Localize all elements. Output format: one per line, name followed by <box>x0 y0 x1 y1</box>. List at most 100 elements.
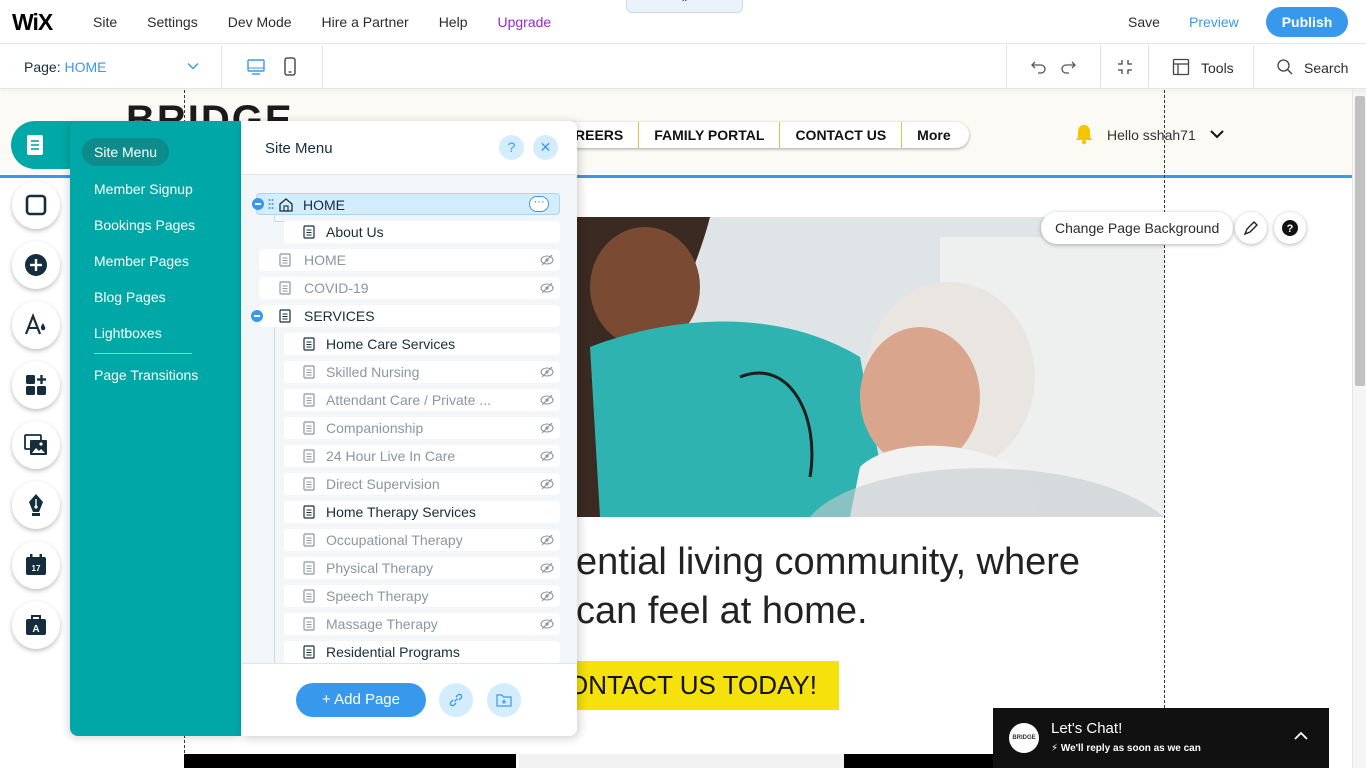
collapse-icon[interactable] <box>251 310 263 322</box>
mobile-view-icon[interactable] <box>283 57 297 77</box>
page-item-residential-programs[interactable]: Residential Programs <box>284 641 560 663</box>
page-item-direct-supervision[interactable]: Direct Supervision <box>284 473 560 495</box>
undo-icon[interactable] <box>1030 58 1048 76</box>
page-tree[interactable]: HOME ⋯ About Us HOME COVID-19 SERVICES H… <box>241 175 577 663</box>
collapse-icon[interactable] <box>252 198 264 210</box>
site-navigation[interactable]: REERS FAMILY PORTAL CONTACT US More <box>560 122 969 148</box>
page-item-24-hour-live-in-care[interactable]: 24 Hour Live In Care <box>284 445 560 467</box>
theme-manager-button[interactable] <box>12 301 60 349</box>
menu-site[interactable]: Site <box>93 14 117 30</box>
search-button[interactable]: Search <box>1304 60 1348 76</box>
home-icon <box>279 198 293 212</box>
page-item-home[interactable]: HOME ⋯ <box>252 193 560 215</box>
background-button[interactable] <box>12 181 60 229</box>
add-folder-button[interactable] <box>487 683 521 717</box>
chat-subtitle-text: We'll reply as soon as we can <box>1060 743 1201 754</box>
page-selector[interactable]: Page: HOME <box>0 45 222 89</box>
page-item-about-us[interactable]: About Us <box>284 221 560 243</box>
hidden-eye-icon <box>540 282 554 294</box>
add-link-button[interactable] <box>439 683 473 717</box>
page-icon <box>303 337 315 351</box>
chat-widget[interactable]: BRIDGE Let's Chat! ⚡ We'll reply as soon… <box>993 708 1329 768</box>
chevron-down-icon[interactable] <box>1209 127 1225 141</box>
publish-button[interactable]: Publish <box>1266 7 1348 37</box>
category-page-transitions[interactable]: Page Transitions <box>94 367 198 383</box>
hero-headline-line-1: ential living community, where <box>576 541 1081 583</box>
category-member-signup[interactable]: Member Signup <box>94 181 193 197</box>
page-icon <box>303 421 315 435</box>
desktop-view-icon[interactable] <box>246 57 266 77</box>
hero-image[interactable] <box>560 217 1164 517</box>
page-icon <box>279 281 291 295</box>
site-nav-family-portal[interactable]: FAMILY PORTAL <box>639 122 781 148</box>
page-item-speech-therapy[interactable]: Speech Therapy <box>284 585 560 607</box>
toolbar-divider <box>322 45 323 89</box>
panel-header: Site Menu ? ✕ <box>241 121 577 175</box>
page-item-home-care-services[interactable]: Home Care Services <box>284 333 560 355</box>
blog-button[interactable] <box>12 481 60 529</box>
collapse-toolbar-tab[interactable]: ⌃ <box>626 0 743 13</box>
page-item-home-therapy-services[interactable]: Home Therapy Services <box>284 501 560 523</box>
chat-subtitle: ⚡ We'll reply as soon as we can <box>1051 743 1201 754</box>
page-item-services[interactable]: SERVICES <box>251 305 560 327</box>
page-item-covid-19[interactable]: COVID-19 <box>259 277 560 299</box>
page-item-occupational-therapy[interactable]: Occupational Therapy <box>284 529 560 551</box>
drag-handle-icon[interactable] <box>268 198 274 210</box>
zoom-out-icon[interactable] <box>1116 58 1134 76</box>
background-help-button[interactable]: ? <box>1274 212 1306 244</box>
redo-icon[interactable] <box>1059 58 1077 76</box>
panel-close-button[interactable]: ✕ <box>533 135 558 160</box>
page-item-physical-therapy[interactable]: Physical Therapy <box>284 557 560 579</box>
canvas-scrollbar[interactable] <box>1352 90 1366 768</box>
pages-icon <box>27 135 43 155</box>
page-item-massage-therapy[interactable]: Massage Therapy <box>284 613 560 635</box>
menu-help[interactable]: Help <box>439 14 468 30</box>
my-business-button[interactable]: A <box>12 601 60 649</box>
category-bookings-pages[interactable]: Bookings Pages <box>94 217 195 233</box>
site-nav-contact-us[interactable]: CONTACT US <box>780 122 903 148</box>
hero-headline[interactable]: ential living community, where can feel … <box>576 538 1176 636</box>
change-page-background-button[interactable]: Change Page Background <box>1041 212 1234 244</box>
media-manager-button[interactable] <box>12 421 60 469</box>
scrollbar-thumb[interactable] <box>1355 96 1365 386</box>
page-icon <box>303 617 315 631</box>
contact-us-cta-button[interactable]: ONTACT US TODAY! <box>560 661 839 710</box>
page-item-label: Skilled Nursing <box>326 364 420 380</box>
chevron-up-icon[interactable] <box>1293 730 1309 742</box>
bell-icon[interactable] <box>1074 123 1094 145</box>
theme-icon <box>24 313 46 335</box>
page-item-attendant-care[interactable]: Attendant Care / Private ... <box>284 389 560 411</box>
gridline-right <box>1164 90 1165 768</box>
add-page-button[interactable]: + Add Page <box>296 683 426 717</box>
add-apps-button[interactable] <box>12 361 60 409</box>
page-icon <box>303 365 315 379</box>
page-settings-button[interactable]: ⋯ <box>529 196 549 212</box>
wix-logo[interactable]: WiX <box>12 9 53 36</box>
tools-icon[interactable] <box>1172 58 1190 76</box>
page-item-companionship[interactable]: Companionship <box>284 417 560 439</box>
category-blog-pages[interactable]: Blog Pages <box>94 289 166 305</box>
panel-help-button[interactable]: ? <box>499 135 524 160</box>
hidden-eye-icon <box>540 422 554 434</box>
design-background-button[interactable] <box>1235 212 1267 244</box>
page-item-home-hidden[interactable]: HOME <box>259 249 560 271</box>
tools-button[interactable]: Tools <box>1201 60 1234 76</box>
search-icon[interactable] <box>1276 58 1294 76</box>
menu-dev-mode[interactable]: Dev Mode <box>228 14 292 30</box>
site-nav-more[interactable]: More <box>902 122 968 148</box>
category-lightboxes[interactable]: Lightboxes <box>94 325 162 341</box>
menu-settings[interactable]: Settings <box>147 14 198 30</box>
add-elements-button[interactable] <box>12 241 60 289</box>
bookings-button[interactable]: 17 <box>12 541 60 589</box>
category-member-pages[interactable]: Member Pages <box>94 253 189 269</box>
page-icon <box>303 533 315 547</box>
category-site-menu[interactable]: Site Menu <box>82 138 170 166</box>
tree-line <box>274 221 284 222</box>
menu-upgrade[interactable]: Upgrade <box>497 14 551 30</box>
menu-hire-a-partner[interactable]: Hire a Partner <box>322 14 409 30</box>
member-greeting[interactable]: Hello sshah71 <box>1107 127 1196 143</box>
save-button[interactable]: Save <box>1128 14 1160 30</box>
hero-headline-line-2: can feel at home. <box>576 590 868 632</box>
preview-button[interactable]: Preview <box>1189 14 1239 30</box>
page-item-skilled-nursing[interactable]: Skilled Nursing <box>284 361 560 383</box>
